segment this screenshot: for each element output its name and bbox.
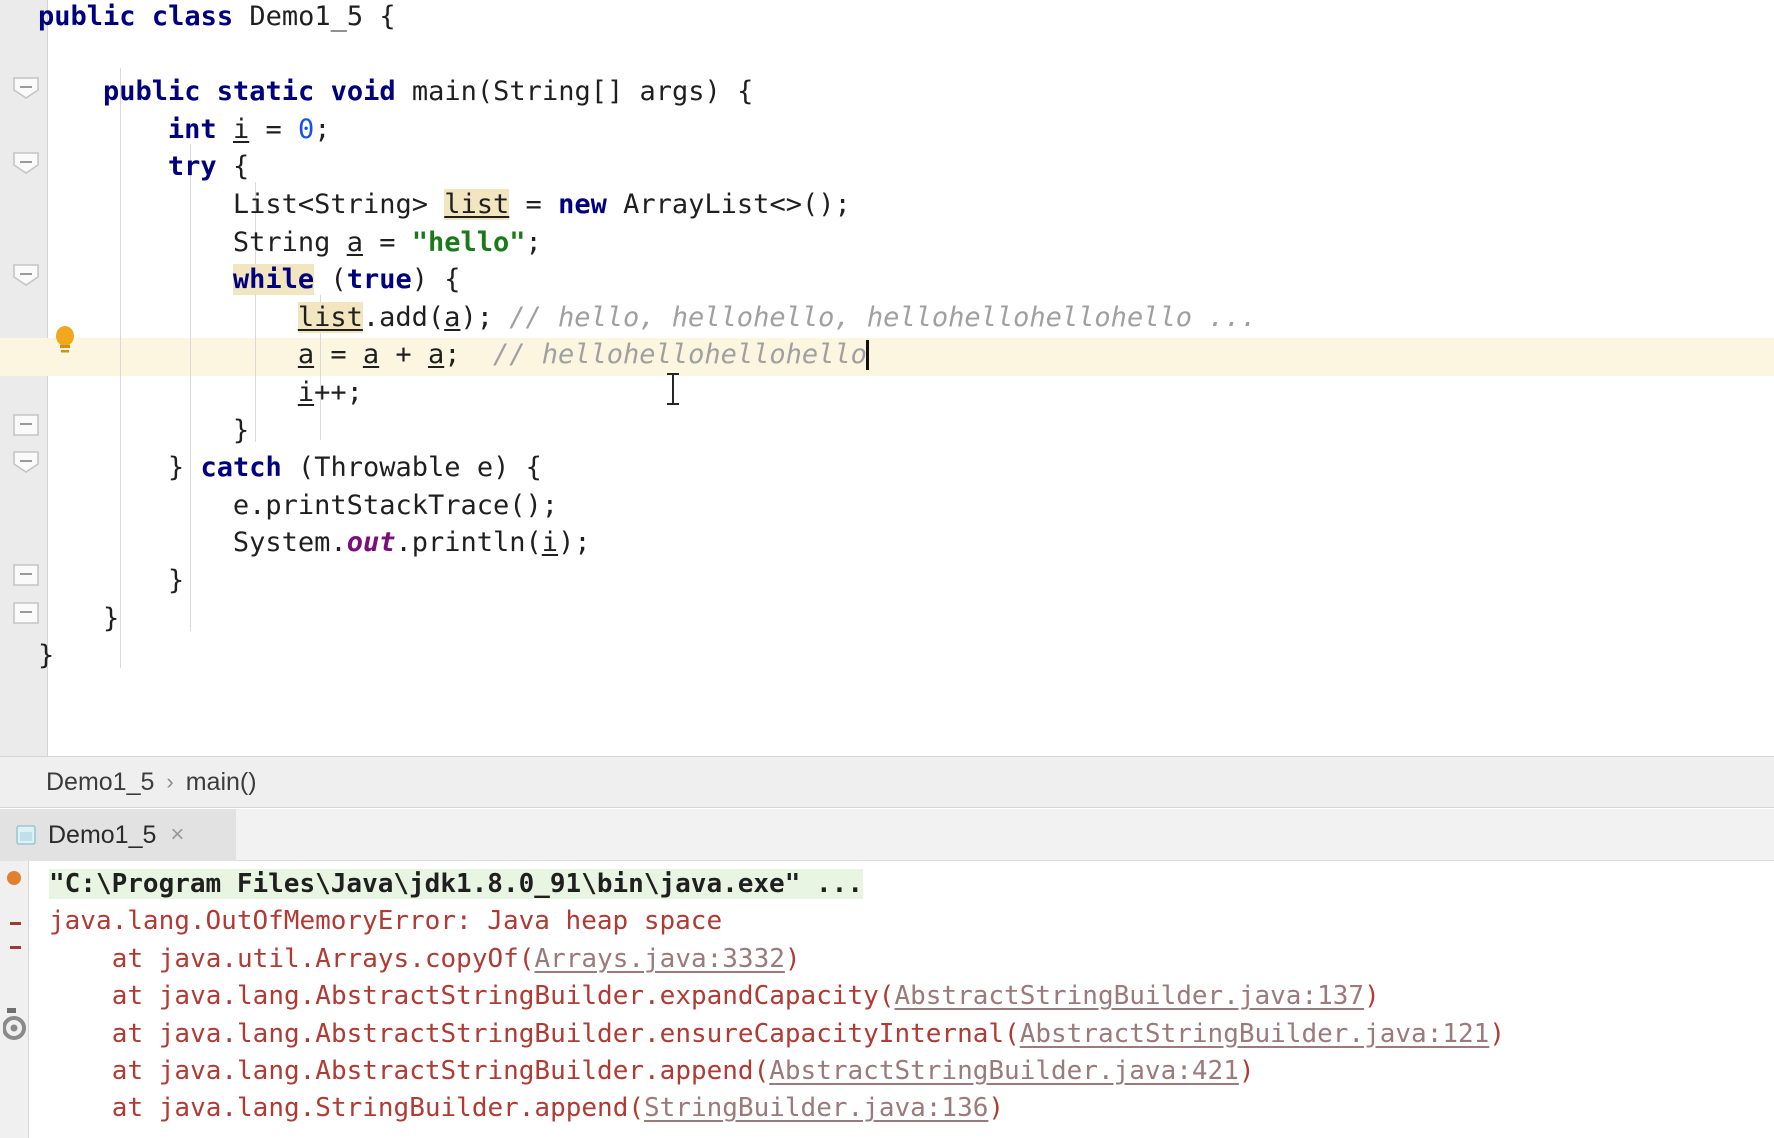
- console-line-stackframe[interactable]: at java.lang.StringBuilder.append(String…: [112, 1090, 1004, 1127]
- settings-gear-icon[interactable]: [2, 1005, 27, 1045]
- code-line[interactable]: }: [38, 637, 54, 675]
- code-line[interactable]: List<String> list = new ArrayList<>();: [233, 186, 851, 224]
- run-tab-strip[interactable]: Demo1_5 ×: [0, 809, 1774, 861]
- console-line-exception[interactable]: java.lang.OutOfMemoryError: Java heap sp…: [49, 903, 722, 940]
- code-line[interactable]: }: [103, 600, 119, 638]
- console-line-stackframe[interactable]: at java.lang.AbstractStringBuilder.appen…: [112, 1053, 1255, 1090]
- run-configuration-icon: [14, 823, 38, 847]
- console-mark: [10, 946, 21, 949]
- console-mark: [10, 922, 21, 925]
- code-line[interactable]: public class Demo1_5 {: [38, 0, 396, 36]
- code-line[interactable]: public static void main(String[] args) {: [103, 73, 753, 111]
- code-line[interactable]: } catch (Throwable e) {: [168, 449, 542, 487]
- code-line[interactable]: }: [233, 412, 249, 450]
- console-line-stackframe[interactable]: at java.util.Arrays.copyOf(Arrays.java:3…: [112, 941, 801, 978]
- code-line[interactable]: while (true) {: [232, 261, 461, 299]
- mouse-ibeam-cursor: [666, 372, 680, 406]
- gear-glyph: [2, 1008, 26, 1040]
- code-line[interactable]: System.out.println(i);: [233, 524, 591, 562]
- code-line-current[interactable]: a = a + a; // hellohellohellohello: [298, 336, 867, 374]
- code-line[interactable]: String a = "hello";: [233, 224, 542, 262]
- run-config-glyph: [16, 825, 36, 845]
- breadcrumb-separator-icon: ›: [166, 769, 174, 794]
- run-status-dot-icon: [7, 871, 21, 885]
- ibeam-glyph: [667, 373, 679, 405]
- run-tool-window: Demo1_5 × "C:\Program Files\Java\jdk1.8.…: [0, 809, 1774, 1138]
- code-line[interactable]: list.add(a); // hello, hellohello, hello…: [297, 299, 1257, 337]
- code-editor[interactable]: public class Demo1_5 { public static voi…: [0, 0, 1774, 756]
- code-line[interactable]: e.printStackTrace();: [233, 487, 558, 525]
- console-line-stackframe[interactable]: at java.lang.AbstractStringBuilder.expan…: [112, 978, 1380, 1015]
- console-line-stackframe[interactable]: at java.lang.AbstractStringBuilder.ensur…: [112, 1016, 1505, 1053]
- code-text-layer[interactable]: public class Demo1_5 { public static voi…: [0, 0, 1774, 700]
- code-line[interactable]: try {: [168, 148, 249, 186]
- code-line[interactable]: int i = 0;: [168, 111, 331, 149]
- close-icon[interactable]: ×: [170, 821, 184, 849]
- code-line[interactable]: i++;: [298, 374, 363, 412]
- ide-window: public class Demo1_5 { public static voi…: [0, 0, 1774, 1138]
- console-line-command[interactable]: "C:\Program Files\Java\jdk1.8.0_91\bin\j…: [49, 866, 863, 903]
- breadcrumb[interactable]: Demo1_5 › main(): [0, 756, 1774, 808]
- code-line[interactable]: }: [168, 562, 184, 600]
- console-output[interactable]: "C:\Program Files\Java\jdk1.8.0_91\bin\j…: [29, 862, 1774, 1138]
- breadcrumb-item-method[interactable]: main(): [186, 768, 257, 797]
- run-tab-demo1-5[interactable]: Demo1_5 ×: [0, 809, 236, 861]
- breadcrumb-item-class[interactable]: Demo1_5: [46, 768, 154, 797]
- run-tab-label: Demo1_5: [48, 820, 157, 849]
- text-caret: [866, 340, 870, 371]
